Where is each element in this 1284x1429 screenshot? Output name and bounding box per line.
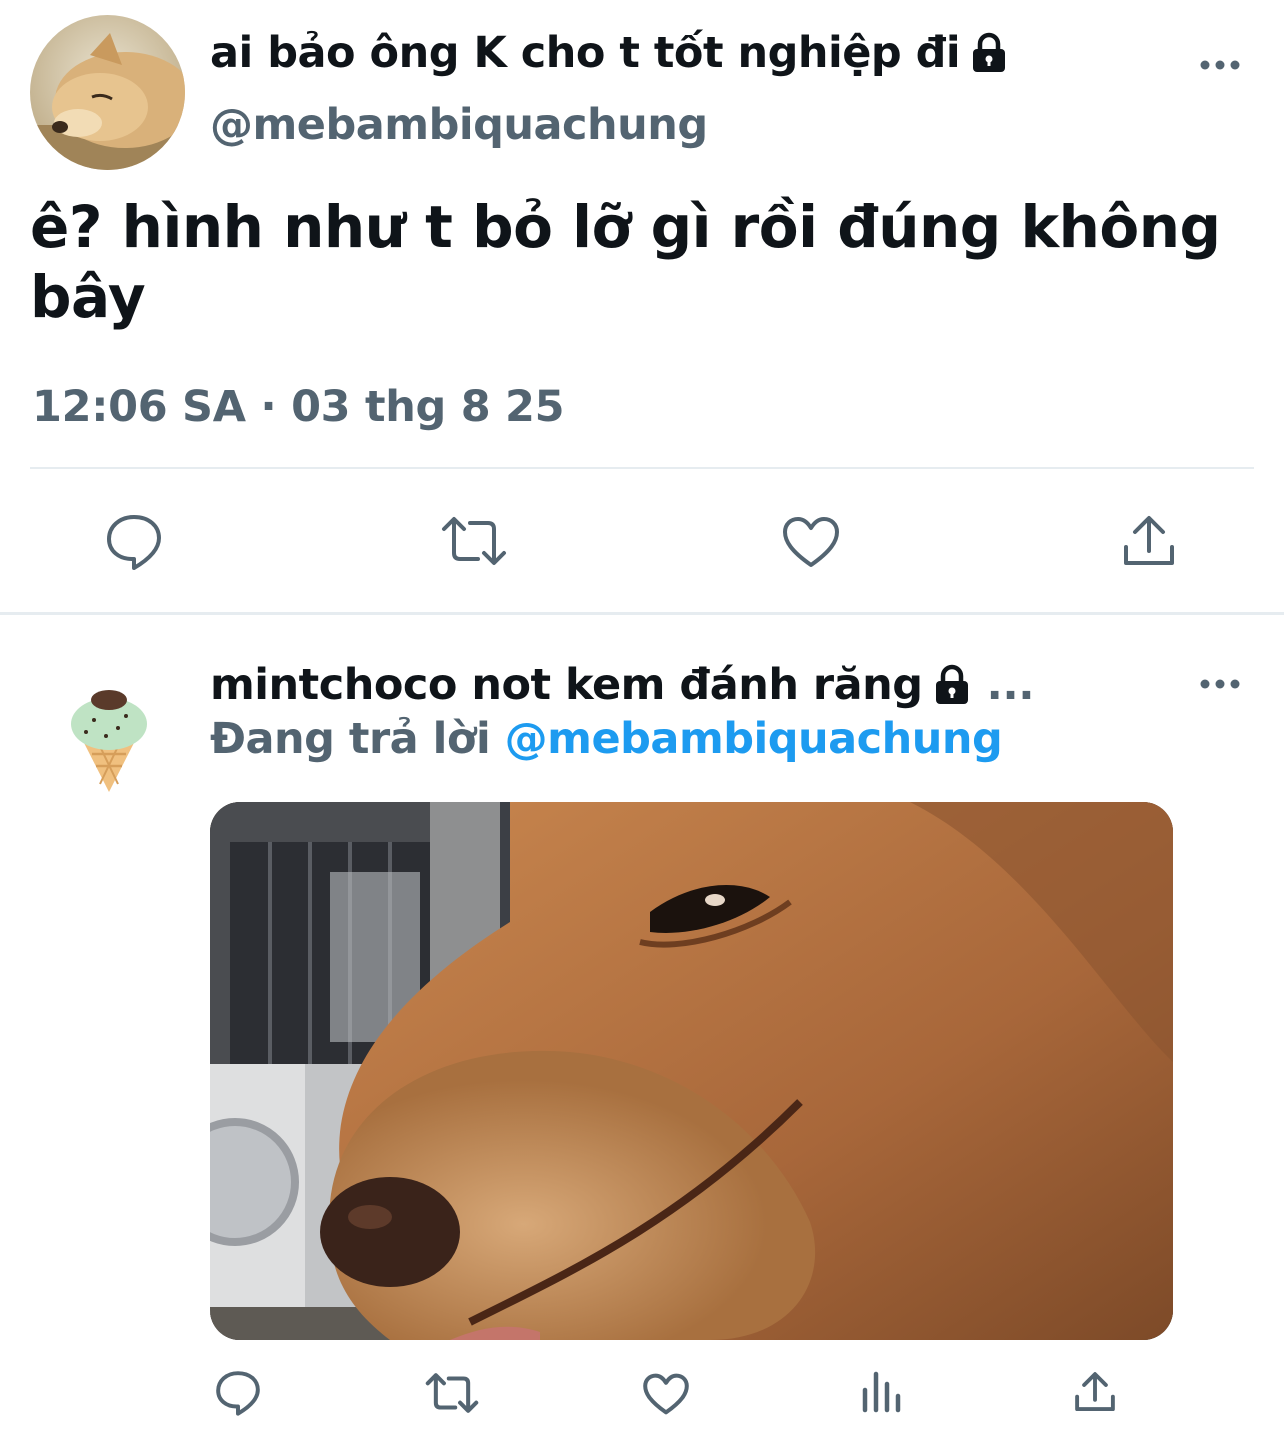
display-name-text[interactable]: ai bảo ông K cho t tốt nghiệp đi xyxy=(210,28,961,78)
reply-display-name[interactable]: mintchoco not kem đánh răng ... xyxy=(210,660,1035,710)
share-icon[interactable] xyxy=(1074,1370,1116,1414)
share-icon[interactable] xyxy=(1122,513,1176,569)
mention-link[interactable]: @mebambiquachung xyxy=(505,714,1003,764)
more-icon[interactable] xyxy=(1198,55,1242,75)
avatar-dog-image xyxy=(30,15,185,170)
reply-display-name-text[interactable]: mintchoco not kem đánh răng xyxy=(210,660,923,710)
replying-to: Đang trả lời @mebambiquachung xyxy=(210,714,1003,764)
divider xyxy=(0,612,1284,615)
avatar[interactable] xyxy=(66,680,152,795)
dog-photo xyxy=(210,802,1173,1340)
timestamp[interactable]: 12:06 SA · 03 thg 8 25 xyxy=(32,382,565,432)
handle[interactable]: @mebambiquachung xyxy=(210,100,708,150)
analytics-icon[interactable] xyxy=(860,1370,904,1414)
tweet-text: ê? hình như t bỏ lỡ gì rồi đúng không bâ… xyxy=(30,193,1221,331)
like-icon[interactable] xyxy=(781,515,841,569)
reply-icon[interactable] xyxy=(214,1370,262,1416)
lock-icon xyxy=(973,32,1006,72)
tweet-thread: ai bảo ông K cho t tốt nghiệp đi @mebamb… xyxy=(0,0,1284,1429)
lock-icon xyxy=(935,664,968,704)
retweet-icon[interactable] xyxy=(440,515,508,567)
display-name[interactable]: ai bảo ông K cho t tốt nghiệp đi xyxy=(210,28,1008,78)
retweet-icon[interactable] xyxy=(424,1372,480,1414)
like-icon[interactable] xyxy=(642,1372,690,1416)
more-icon[interactable] xyxy=(1198,674,1242,694)
divider xyxy=(30,467,1254,469)
reply-icon[interactable] xyxy=(104,513,164,571)
replying-prefix: Đang trả lời xyxy=(210,714,491,764)
media-image[interactable] xyxy=(210,802,1173,1340)
name-truncation: ... xyxy=(986,660,1035,710)
avatar[interactable] xyxy=(30,15,185,170)
